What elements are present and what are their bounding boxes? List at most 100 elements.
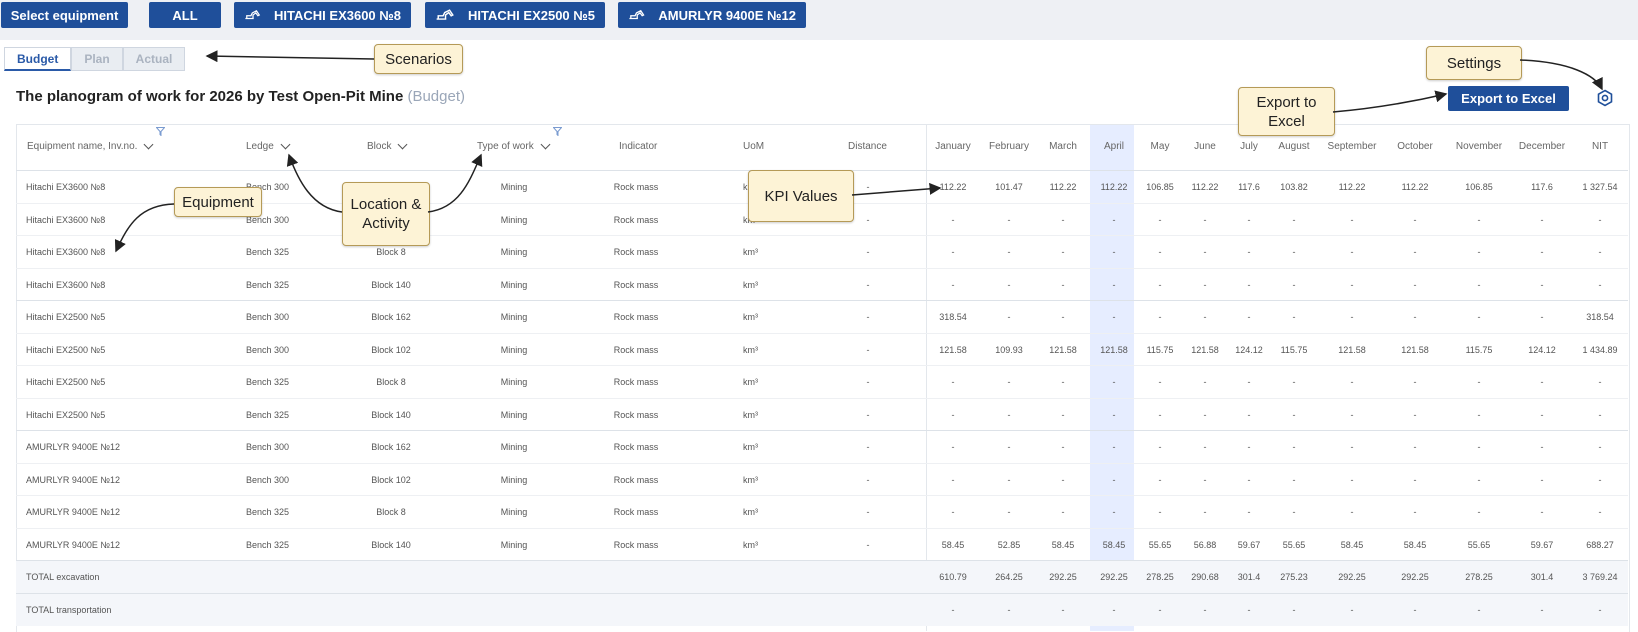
tab-plan[interactable]: Plan bbox=[71, 47, 123, 71]
select-equipment-button[interactable]: Select equipment bbox=[1, 2, 128, 28]
cell-kpi-value: 58.45 bbox=[1102, 539, 1126, 550]
cell-type-of-work: Mining bbox=[500, 377, 528, 387]
cell-total-value: 292.25 bbox=[1338, 572, 1366, 582]
table-row[interactable]: AMURLYR 9400E №12 Bench 300 Block 102 Minin… bbox=[16, 462, 1628, 497]
cell-kpi-value: 58.45 bbox=[1051, 539, 1075, 550]
cell-uom: km³ bbox=[743, 312, 758, 322]
col-header-equipment[interactable]: Equipment name, Inv.no. bbox=[27, 124, 154, 169]
cell-type-of-work: Mining bbox=[500, 344, 528, 355]
cell-kpi-value: - bbox=[1203, 312, 1207, 322]
cell-kpi-value: 121.58 bbox=[939, 344, 967, 355]
cell-kpi-value: 115.75 bbox=[1146, 344, 1174, 355]
filter-icon[interactable] bbox=[553, 127, 562, 136]
col-header-month: November bbox=[1455, 141, 1503, 152]
cell-type-of-work: Mining bbox=[500, 539, 528, 550]
col-header-month: June bbox=[1194, 141, 1216, 152]
cell-kpi-value: - bbox=[1413, 279, 1417, 290]
tab-actual[interactable]: Actual bbox=[122, 47, 186, 71]
col-header-ledge[interactable]: Ledge bbox=[246, 124, 291, 169]
col-header-month: April bbox=[1103, 141, 1124, 152]
cell-kpi-value: - bbox=[1112, 279, 1116, 290]
cell-total-value: 290.68 bbox=[1191, 572, 1219, 582]
cell-distance: - bbox=[866, 442, 870, 452]
table-row[interactable]: Hitachi EX3600 №8 Bench 325 Block 140 Minin… bbox=[16, 267, 1628, 302]
cell-distance: - bbox=[866, 182, 870, 192]
equipment-button-amurlyr-9400e[interactable]: AMURLYR 9400E №12 bbox=[618, 2, 806, 28]
cell-block: Block 102 bbox=[371, 344, 411, 355]
cell-type-of-work: Mining bbox=[500, 442, 528, 452]
cell-total-value: - bbox=[1203, 604, 1207, 615]
cell-uom: km³ bbox=[743, 409, 758, 420]
table-row[interactable]: Hitachi EX3600 №8 Bench 325 Block 8 Mining R… bbox=[16, 235, 1628, 269]
cell-ledge: Bench 325 bbox=[246, 247, 290, 257]
cell-distance: - bbox=[866, 507, 870, 517]
chevron-down-icon bbox=[143, 139, 154, 150]
cell-kpi-value: - bbox=[1158, 474, 1162, 485]
cell-total-value: - bbox=[1540, 604, 1544, 615]
callout-settings: Settings bbox=[1426, 46, 1522, 80]
cell-kpi-value: 103.82 bbox=[1280, 182, 1308, 192]
cell-kpi-value: - bbox=[1061, 442, 1065, 452]
cell-kpi-value: 59.67 bbox=[1237, 539, 1261, 550]
cell-kpi-value: - bbox=[1158, 214, 1162, 225]
table-row[interactable]: Hitachi EX2500 №5 Bench 325 Block 140 Minin… bbox=[16, 397, 1628, 432]
cell-block: Block 140 bbox=[371, 539, 411, 550]
cell-kpi-value: - bbox=[1477, 474, 1481, 485]
cell-kpi-value: - bbox=[1540, 409, 1544, 420]
cell-kpi-value: - bbox=[1540, 214, 1544, 225]
cell-kpi-value: - bbox=[1247, 474, 1251, 485]
cell-kpi-value: - bbox=[1158, 442, 1162, 452]
cell-kpi-value: - bbox=[1203, 474, 1207, 485]
cell-block: Block 140 bbox=[371, 279, 411, 290]
cell-kpi-value: - bbox=[1112, 312, 1116, 322]
cell-kpi-value: - bbox=[1203, 442, 1207, 452]
cell-kpi-value: - bbox=[1112, 474, 1116, 485]
all-equipment-button[interactable]: ALL bbox=[149, 2, 221, 28]
cell-kpi-value: - bbox=[1350, 442, 1354, 452]
table-row[interactable]: AMURLYR 9400E №12 Bench 300 Block 162 Minin… bbox=[16, 430, 1628, 464]
table-row[interactable]: AMURLYR 9400E №12 Bench 325 Block 140 Minin… bbox=[16, 527, 1628, 562]
cell-kpi-value: - bbox=[1598, 442, 1602, 452]
cell-kpi-value: - bbox=[1413, 312, 1417, 322]
table-row[interactable]: Hitachi EX2500 №5 Bench 325 Block 8 Mining R… bbox=[16, 365, 1628, 399]
col-header-block[interactable]: Block bbox=[367, 124, 408, 169]
cell-distance: - bbox=[866, 409, 870, 420]
cell-kpi-value: - bbox=[1247, 279, 1251, 290]
gear-icon[interactable] bbox=[1596, 89, 1614, 107]
cell-indicator: Rock mass bbox=[613, 214, 659, 225]
export-to-excel-button[interactable]: Export to Excel bbox=[1448, 86, 1569, 111]
cell-kpi-value: - bbox=[1112, 247, 1116, 257]
cell-kpi-value: - bbox=[1292, 409, 1296, 420]
cell-total-value: - bbox=[951, 604, 955, 615]
equipment-button-hitachi-ex2500[interactable]: HITACHI EX2500 №5 bbox=[425, 2, 605, 28]
cell-kpi-value: - bbox=[1247, 377, 1251, 387]
cell-kpi-value: - bbox=[1061, 409, 1065, 420]
filter-icon[interactable] bbox=[156, 127, 165, 136]
cell-total-value: 3 769.24 bbox=[1582, 572, 1618, 582]
cell-indicator: Rock mass bbox=[613, 279, 659, 290]
cell-total-value: 292.25 bbox=[1100, 572, 1128, 582]
cell-uom: km³ bbox=[743, 507, 758, 517]
equipment-button-hitachi-ex3600[interactable]: HITACHI EX3600 №8 bbox=[234, 2, 411, 28]
cell-ledge: Bench 300 bbox=[246, 474, 290, 485]
cell-kpi-value: - bbox=[1203, 409, 1207, 420]
cell-distance: - bbox=[866, 247, 870, 257]
table-row[interactable]: AMURLYR 9400E №12 Bench 325 Block 8 Mining R… bbox=[16, 495, 1628, 529]
col-header-month: February bbox=[988, 141, 1029, 152]
cell-kpi-value: - bbox=[1540, 247, 1544, 257]
col-header-distance: Distance bbox=[848, 141, 887, 152]
cell-uom: km³ bbox=[743, 474, 758, 485]
cell-kpi-value: - bbox=[1350, 377, 1354, 387]
cell-kpi-value: 101.47 bbox=[995, 182, 1023, 192]
col-header-uom: UoM bbox=[743, 141, 765, 152]
cell-kpi-value: - bbox=[1247, 409, 1251, 420]
cell-kpi-value: - bbox=[1350, 507, 1354, 517]
table-row[interactable]: Hitachi EX2500 №5 Bench 300 Block 102 Minin… bbox=[16, 332, 1628, 367]
tab-budget[interactable]: Budget bbox=[4, 47, 72, 71]
table-row-total: TOTAL excavation 610.79 264.25 292.25 292.25… bbox=[16, 560, 1628, 594]
table-row[interactable]: Hitachi EX2500 №5 Bench 300 Block 162 Minin… bbox=[16, 300, 1628, 334]
cell-total-value: 292.25 bbox=[1049, 572, 1077, 582]
cell-kpi-value: - bbox=[951, 442, 955, 452]
cell-kpi-value: 112.22 bbox=[1338, 182, 1366, 192]
col-header-type-of-work[interactable]: Type of work bbox=[477, 124, 551, 169]
